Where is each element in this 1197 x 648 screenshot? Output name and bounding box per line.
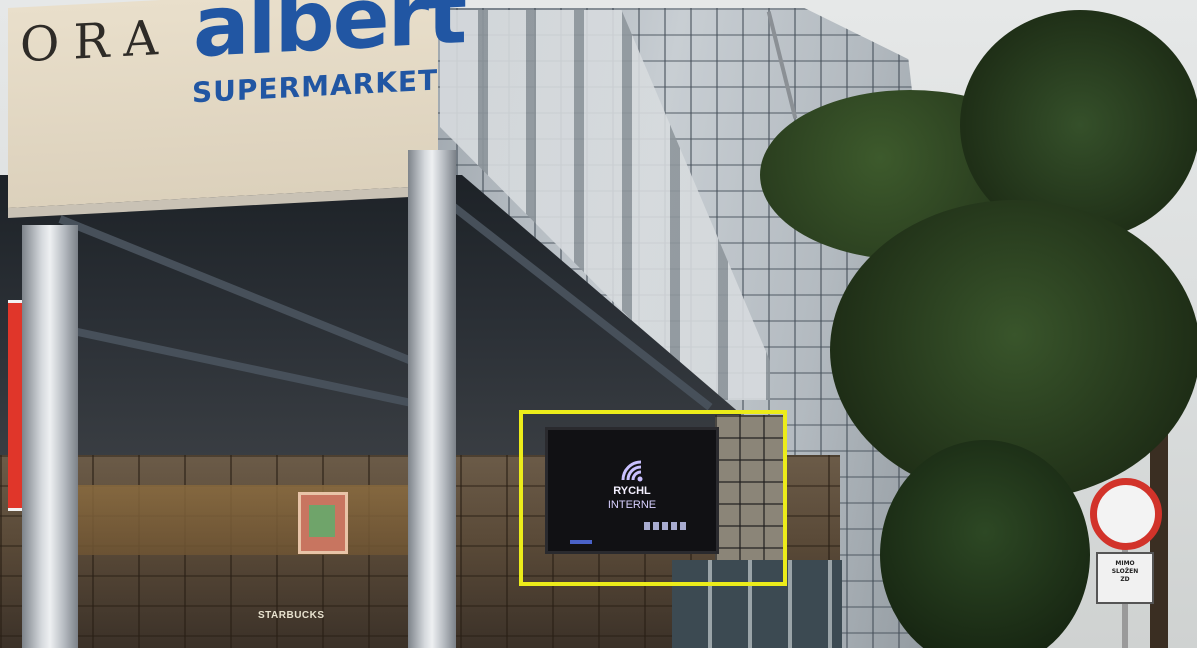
sign-partial-word: ORA — [20, 9, 173, 74]
plate-line: ZD — [1120, 576, 1130, 583]
street-photo: STARBUCKS ORA albert SUPERMARKET RYCHL I… — [0, 0, 1197, 648]
plate-line: MIMO — [1115, 560, 1135, 567]
store-window — [70, 485, 410, 555]
store-poster — [298, 492, 348, 554]
starbucks-sign: STARBUCKS — [258, 610, 325, 621]
pillar-left — [22, 225, 78, 648]
mall-sign: ORA albert SUPERMARKET — [8, 0, 465, 218]
no-entry-sign — [1090, 478, 1162, 550]
sign-plate: MIMO SLOŽEN ZD — [1096, 552, 1154, 604]
highlight-box — [519, 410, 787, 586]
pillar-center — [408, 150, 456, 648]
plate-line: SLOŽEN — [1111, 568, 1139, 575]
